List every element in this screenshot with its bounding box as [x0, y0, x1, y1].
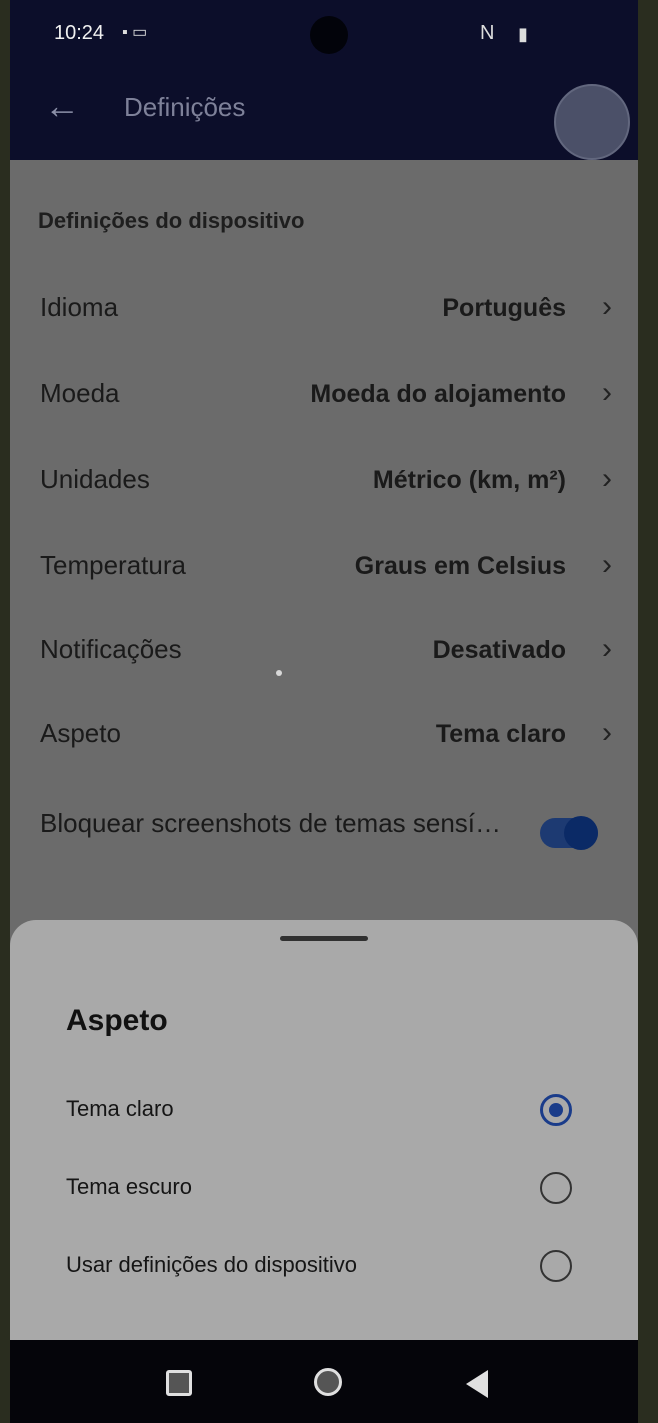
row-label: Temperatura: [40, 550, 186, 580]
row-label: Unidades: [40, 464, 150, 494]
status-time: 10:24: [54, 22, 105, 44]
chevron-right-icon: ›: [602, 290, 612, 323]
notification-icons: ▪ ▭: [122, 24, 148, 41]
option-label: Tema claro: [66, 1096, 174, 1121]
option-label: Usar definições do dispositivo: [66, 1252, 358, 1277]
settings-row-temperatura[interactable]: Temperatura Graus em Celsius ›: [10, 524, 638, 604]
settings-row-block-screenshots[interactable]: Bloquear screenshots de temas sensí…: [10, 782, 638, 862]
block-screenshots-toggle[interactable]: [540, 816, 598, 850]
chevron-right-icon: ›: [602, 632, 612, 665]
row-value: Desativado: [432, 636, 566, 664]
row-value: Graus em Celsius: [354, 552, 566, 580]
row-value: Métrico (km, m²): [372, 466, 566, 494]
chevron-right-icon: ›: [602, 548, 612, 581]
row-label: Aspeto: [40, 718, 121, 748]
chevron-right-icon: ›: [602, 462, 612, 495]
option-usar-definicoes[interactable]: Usar definições do dispositivo: [10, 1234, 638, 1304]
back-icon[interactable]: [460, 1364, 500, 1404]
row-value: Português: [442, 294, 566, 322]
front-camera: [310, 16, 348, 54]
row-label: Moeda: [40, 378, 120, 408]
row-label: Idioma: [40, 292, 119, 322]
option-label: Tema escuro: [66, 1174, 192, 1199]
row-label: Bloquear screenshots de temas sensí…: [40, 808, 502, 838]
chevron-right-icon: ›: [602, 376, 612, 409]
radio-unselected-icon[interactable]: [540, 1172, 572, 1204]
settings-row-notificacoes[interactable]: Notificações Desativado ›: [10, 608, 638, 688]
home-icon[interactable]: [310, 1364, 350, 1404]
system-nav-bar: [10, 1340, 638, 1423]
recents-icon[interactable]: [160, 1364, 200, 1404]
avatar[interactable]: [554, 84, 630, 160]
phone-screen: 10:24 ▪ ▭ N ▮ ← Definições Definições do…: [10, 0, 638, 1423]
signal-icon: ▮: [518, 24, 528, 44]
appearance-bottom-sheet: Aspeto Tema claro Tema escuro Usar defin…: [10, 920, 638, 1360]
radio-unselected-icon[interactable]: [540, 1250, 572, 1282]
touch-indicator-dot: [276, 670, 282, 676]
status-bar: 10:24 ▪ ▭ N ▮: [10, 0, 638, 60]
settings-row-unidades[interactable]: Unidades Métrico (km, m²) ›: [10, 438, 638, 518]
settings-row-idioma[interactable]: Idioma Português ›: [10, 266, 638, 346]
option-tema-claro[interactable]: Tema claro: [10, 1078, 638, 1148]
section-title: Definições do dispositivo: [38, 208, 305, 233]
settings-row-aspeto[interactable]: Aspeto Tema claro ›: [10, 692, 638, 772]
back-arrow-icon[interactable]: ←: [38, 82, 86, 130]
sheet-title: Aspeto: [66, 1004, 168, 1037]
sheet-drag-handle[interactable]: [280, 936, 368, 941]
settings-row-moeda[interactable]: Moeda Moeda do alojamento ›: [10, 352, 638, 432]
chevron-right-icon: ›: [602, 716, 612, 749]
toggle-knob: [564, 816, 598, 850]
row-value: Tema claro: [435, 720, 566, 748]
nfc-icon: N: [480, 22, 495, 44]
page-title: Definições: [124, 92, 246, 122]
app-bar: ← Definições: [10, 60, 638, 160]
option-tema-escuro[interactable]: Tema escuro: [10, 1156, 638, 1226]
radio-selected-icon[interactable]: [540, 1094, 572, 1126]
row-label: Notificações: [40, 634, 182, 664]
row-value: Moeda do alojamento: [310, 380, 566, 408]
